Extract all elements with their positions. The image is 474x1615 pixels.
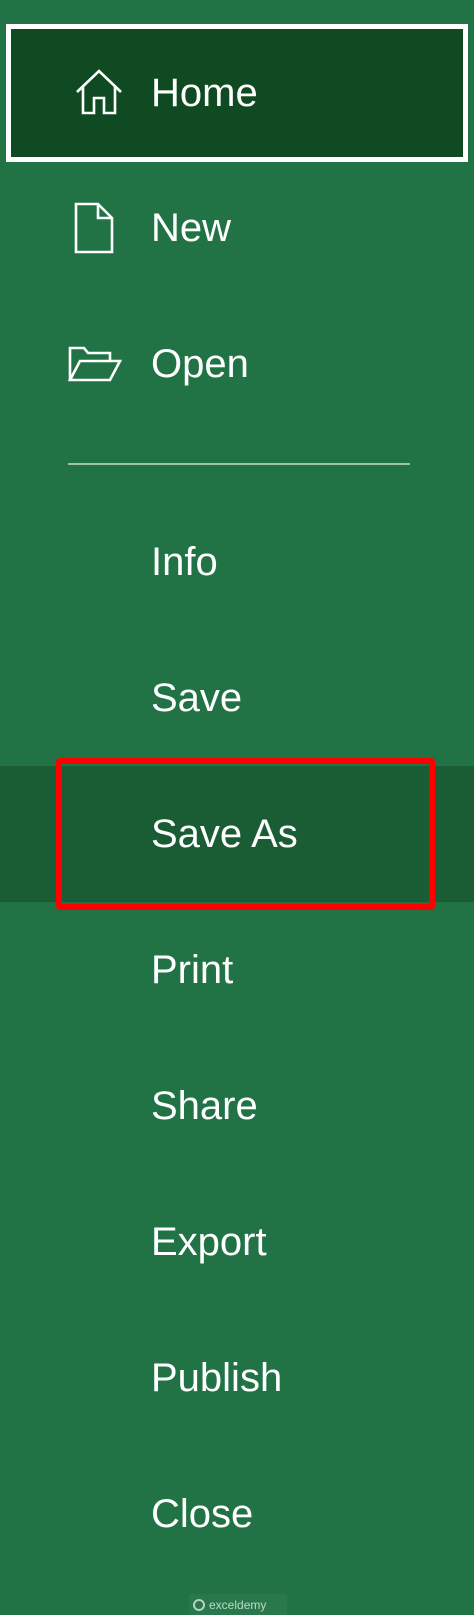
nav-item-label: Save bbox=[151, 676, 243, 720]
nav-item-close[interactable]: Close bbox=[0, 1446, 474, 1582]
nav-item-publish[interactable]: Publish bbox=[0, 1310, 474, 1446]
menu-divider bbox=[68, 463, 410, 465]
open-folder-icon bbox=[66, 336, 122, 392]
new-document-icon bbox=[66, 200, 122, 256]
nav-item-open[interactable]: Open bbox=[0, 296, 474, 432]
nav-item-new[interactable]: New bbox=[0, 160, 474, 296]
nav-item-save[interactable]: Save bbox=[0, 630, 474, 766]
nav-item-label: Share bbox=[151, 1084, 258, 1128]
home-icon bbox=[71, 65, 127, 121]
watermark-text: exceldemy bbox=[209, 1597, 267, 1612]
watermark-logo-icon bbox=[193, 1598, 205, 1611]
nav-item-print[interactable]: Print bbox=[0, 902, 474, 1038]
backstage-navigation: Home New Open Info Save Save As Print Sh… bbox=[0, 0, 474, 1615]
nav-item-label: Info bbox=[151, 540, 218, 584]
nav-item-label: Print bbox=[151, 948, 234, 992]
nav-item-home[interactable]: Home bbox=[6, 24, 468, 162]
nav-item-share[interactable]: Share bbox=[0, 1038, 474, 1174]
nav-item-save-as[interactable]: Save As bbox=[0, 766, 474, 902]
nav-item-export[interactable]: Export bbox=[0, 1174, 474, 1310]
nav-item-label: Home bbox=[151, 71, 258, 115]
watermark: exceldemy bbox=[189, 1594, 287, 1615]
nav-item-label: Publish bbox=[151, 1356, 283, 1400]
nav-item-label: Export bbox=[151, 1220, 267, 1264]
nav-item-label: New bbox=[151, 206, 232, 250]
nav-item-label: Save As bbox=[151, 812, 298, 856]
nav-item-label: Open bbox=[151, 342, 249, 386]
nav-item-label: Close bbox=[151, 1492, 254, 1536]
nav-item-info[interactable]: Info bbox=[0, 494, 474, 630]
